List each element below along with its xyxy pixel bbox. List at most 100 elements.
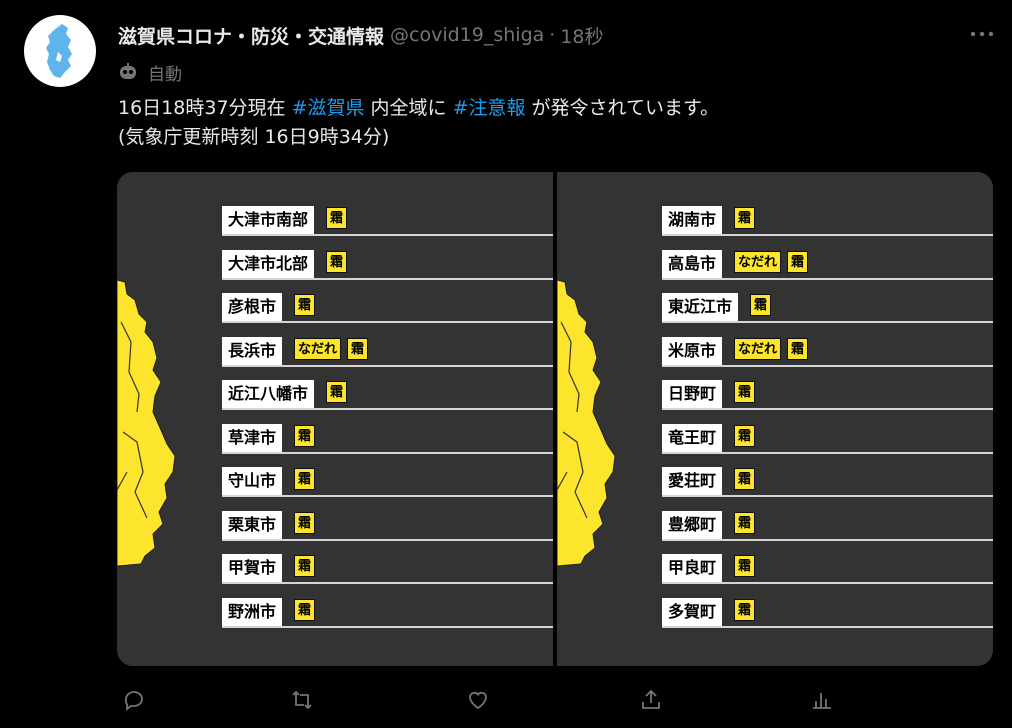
retweet-icon — [292, 690, 312, 710]
row-underline — [222, 582, 553, 584]
row-underline — [222, 625, 553, 628]
warning-tags: 霜 — [326, 381, 348, 403]
tweet-text-line1: 16日18時37分現在 #滋賀県 内全域に #注意報 が発令されています。 — [118, 94, 998, 123]
warning-tags: 霜 — [294, 424, 316, 447]
shiga-lake-icon — [46, 24, 72, 78]
warning-row: 竜王町霜 — [662, 423, 993, 454]
city-name: 大津市北部 — [222, 249, 315, 278]
tweet-timestamp[interactable]: 18秒 — [560, 22, 603, 49]
more-button[interactable] — [968, 22, 996, 46]
warning-row: 多賀町霜 — [662, 597, 993, 628]
warning-badge: なだれ — [734, 250, 782, 273]
text-part: 内全域に — [364, 97, 453, 119]
hashtag-shiga[interactable]: #滋賀県 — [292, 97, 365, 119]
warning-badge: 霜 — [294, 294, 316, 316]
user-handle[interactable]: @covid19_shiga — [390, 24, 544, 46]
city-name: 野洲市 — [222, 597, 283, 626]
like-icon — [469, 691, 487, 710]
warning-badge: 霜 — [734, 207, 756, 229]
city-name: 近江八幡市 — [222, 380, 315, 408]
warning-row: 日野町霜 — [662, 380, 993, 410]
reply-button[interactable] — [118, 684, 150, 716]
warning-tags: 霜 — [734, 511, 756, 534]
warning-badge: 霜 — [734, 511, 756, 534]
city-name: 守山市 — [222, 467, 283, 495]
shiga-map-right — [557, 279, 616, 567]
city-name: 豊郷町 — [662, 510, 723, 539]
city-name: 甲良町 — [662, 554, 723, 582]
text-part: が発令されています。 — [525, 97, 720, 119]
warning-tags: なだれ霜 — [294, 337, 369, 360]
city-name: 彦根市 — [222, 293, 283, 321]
warning-row: 東近江市霜 — [662, 293, 993, 323]
share-button[interactable] — [635, 684, 667, 716]
warning-badge: 霜 — [294, 598, 316, 621]
warning-tags: 霜 — [734, 381, 756, 403]
warning-tags: 霜 — [734, 424, 756, 447]
city-name: 愛荘町 — [662, 467, 723, 495]
row-underline — [222, 277, 553, 280]
city-name: 高島市 — [662, 249, 723, 278]
warning-row: 草津市霜 — [222, 423, 553, 454]
warning-badge: 霜 — [294, 511, 316, 534]
shiga-map-left — [117, 279, 176, 567]
city-name: 草津市 — [222, 423, 283, 452]
media-panel-right: 湖南市霜高島市 なだれ霜東近江市霜米原市 なだれ霜日野町霜竜王町霜愛荘町霜豊郷町霜甲… — [557, 172, 993, 666]
warning-row: 長浜市 なだれ霜 — [222, 336, 553, 367]
warning-row: 近江八幡市霜 — [222, 380, 553, 410]
row-underline — [222, 364, 553, 367]
warning-badge: 霜 — [734, 381, 756, 403]
display-name[interactable]: 滋賀県コロナ・防災・交通情報 — [118, 22, 384, 49]
warning-badge: 霜 — [787, 337, 809, 360]
warning-badge: 霜 — [347, 337, 369, 360]
text-part: 16日18時37分現在 — [118, 97, 292, 119]
warning-row: 守山市霜 — [222, 467, 553, 497]
share-icon — [642, 689, 660, 709]
warning-row: 野洲市霜 — [222, 597, 553, 628]
automated-text: 自動 — [148, 64, 182, 85]
row-underline — [222, 495, 553, 497]
warning-tags: 霜 — [294, 598, 316, 621]
warning-tags: 霜 — [326, 250, 348, 273]
row-underline — [662, 408, 993, 410]
warning-badge: なだれ — [294, 337, 342, 360]
like-button[interactable] — [462, 684, 494, 716]
warning-tags: 霜 — [294, 511, 316, 534]
city-name: 大津市南部 — [222, 206, 315, 234]
warning-row: 栗東市霜 — [222, 510, 553, 541]
warning-badge: なだれ — [734, 337, 782, 360]
row-underline — [662, 582, 993, 584]
media-panel-left: 大津市南部霜大津市北部霜彦根市霜長浜市 なだれ霜近江八幡市霜草津市霜守山市霜栗東市… — [117, 172, 553, 666]
warning-tags: 霜 — [734, 555, 756, 577]
row-underline — [662, 451, 993, 454]
tweet-text: 16日18時37分現在 #滋賀県 内全域に #注意報 が発令されています。 (気… — [118, 94, 998, 152]
hashtag-advisory[interactable]: #注意報 — [453, 97, 526, 119]
row-underline — [662, 321, 993, 323]
analytics-icon — [813, 693, 831, 709]
warning-tags: 霜 — [750, 294, 772, 316]
automated-label[interactable]: 自動 — [118, 58, 182, 86]
warning-badge: 霜 — [734, 468, 756, 490]
avatar[interactable] — [24, 15, 96, 87]
row-underline — [662, 625, 993, 628]
tweet-media-image[interactable]: 大津市南部霜大津市北部霜彦根市霜長浜市 なだれ霜近江八幡市霜草津市霜守山市霜栗東市… — [117, 172, 993, 666]
warning-row: 大津市北部霜 — [222, 249, 553, 280]
warning-row: 甲賀市霜 — [222, 554, 553, 584]
more-dots-icon — [970, 31, 994, 37]
warning-badge: 霜 — [294, 468, 316, 490]
warning-row: 米原市 なだれ霜 — [662, 336, 993, 367]
row-underline — [662, 277, 993, 280]
warning-tags: 霜 — [734, 598, 756, 621]
row-underline — [662, 538, 993, 541]
city-name: 日野町 — [662, 380, 723, 408]
analytics-button[interactable] — [806, 684, 838, 716]
warning-badge: 霜 — [734, 598, 756, 621]
city-name: 東近江市 — [662, 293, 739, 321]
retweet-button[interactable] — [286, 684, 318, 716]
warning-tags: 霜 — [294, 555, 316, 577]
warning-tags: 霜 — [294, 294, 316, 316]
warning-row: 湖南市霜 — [662, 206, 993, 236]
row-underline — [222, 451, 553, 454]
warning-row: 甲良町霜 — [662, 554, 993, 584]
row-underline — [662, 234, 993, 236]
